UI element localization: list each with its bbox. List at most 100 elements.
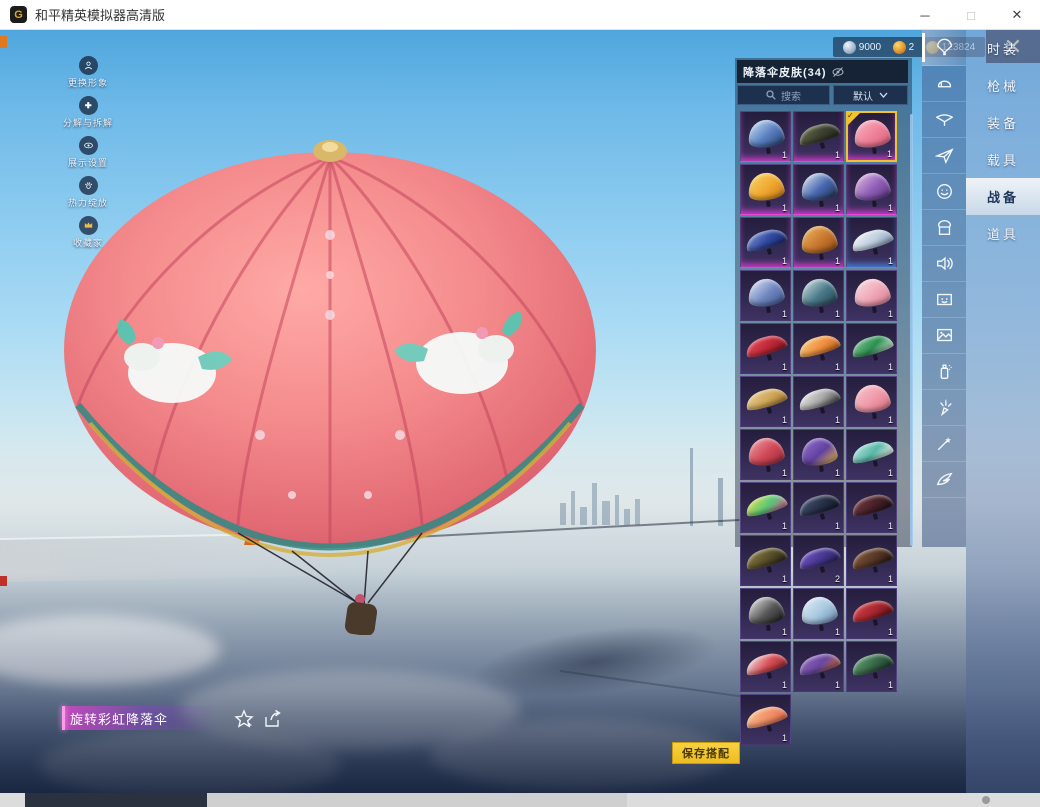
left-menu-item[interactable]: 分解与拆解 — [38, 96, 138, 129]
item-quantity: 1 — [782, 680, 787, 690]
category-tab[interactable]: 载具 — [966, 141, 1040, 178]
left-menu-item[interactable]: 收藏家 — [38, 216, 138, 249]
search-input[interactable]: 搜索 — [737, 85, 830, 105]
rail-item-frame[interactable] — [922, 282, 966, 318]
category-tab[interactable]: 战备 — [966, 178, 1040, 215]
rail-item-voice[interactable] — [922, 246, 966, 282]
currency-display[interactable]: 2 — [893, 41, 915, 54]
parachute-item[interactable]: 1 — [793, 429, 844, 480]
parachute-item[interactable]: 1 — [846, 535, 897, 586]
spray-icon — [935, 362, 954, 381]
rail-item-parachute[interactable] — [922, 30, 966, 66]
parachute-item[interactable]: 1 — [740, 588, 791, 639]
parachute-item[interactable]: 1 — [793, 376, 844, 427]
parachute-item[interactable]: 1 — [793, 111, 844, 162]
parachute-item[interactable]: 1 — [846, 270, 897, 321]
parachute-item[interactable]: 1 — [740, 376, 791, 427]
bronze-coin-icon — [893, 41, 906, 54]
parachute-thumbnail — [743, 649, 788, 677]
parachute-item[interactable]: 1 — [740, 270, 791, 321]
parachute-item[interactable]: 1 — [793, 588, 844, 639]
left-menu-item[interactable]: 展示设置 — [38, 136, 138, 169]
parachute-item[interactable]: 1 — [793, 270, 844, 321]
parachute-item[interactable]: 1 — [846, 588, 897, 639]
tower-spire — [718, 478, 723, 526]
voice-icon — [935, 254, 954, 273]
currency-display[interactable]: 9000 — [843, 41, 881, 54]
parachute-item[interactable]: 1 — [846, 429, 897, 480]
window-close-button[interactable]: ✕ — [994, 0, 1040, 30]
category-tab[interactable]: 枪械 — [966, 67, 1040, 104]
window-maximize-button[interactable]: □ — [948, 0, 994, 30]
person-icon — [83, 60, 94, 71]
parachute-item[interactable]: 1 — [740, 323, 791, 374]
parachute-item[interactable]: 1 — [793, 217, 844, 268]
parachute-item[interactable]: 1 — [740, 164, 791, 215]
panel-title: 降落伞皮肤(34) — [743, 64, 827, 80]
category-tab[interactable]: 道具 — [966, 215, 1040, 252]
rail-item-emote[interactable] — [922, 174, 966, 210]
category-tab[interactable]: 时装 — [966, 30, 1040, 67]
item-quantity: 1 — [835, 468, 840, 478]
parachute-item[interactable]: 1 — [740, 641, 791, 692]
parachute-icon — [935, 38, 954, 57]
category-icon-rail — [922, 30, 966, 547]
parachute-item[interactable]: 1 — [740, 429, 791, 480]
visibility-icon[interactable] — [832, 66, 844, 78]
item-quantity: 1 — [782, 733, 787, 743]
window-minimize-button[interactable]: ─ — [902, 0, 948, 30]
favorite-star-button[interactable] — [232, 708, 256, 730]
item-quantity: 1 — [782, 256, 787, 266]
parachute-item[interactable]: 1 — [740, 111, 791, 162]
rail-item-helmet[interactable] — [922, 66, 966, 102]
parachute-item[interactable]: 1 — [846, 111, 897, 162]
parachute-item[interactable]: 1 — [846, 323, 897, 374]
save-outfit-button[interactable]: 保存搭配 — [672, 742, 740, 764]
wing-icon — [935, 470, 954, 489]
item-quantity: 1 — [888, 415, 893, 425]
parachute-item[interactable]: 1 — [846, 217, 897, 268]
parachute-thumbnail — [743, 702, 788, 730]
rail-item-wand[interactable] — [922, 426, 966, 462]
rail-item-wing[interactable] — [922, 462, 966, 498]
parachute-item[interactable]: 1 — [846, 641, 897, 692]
inventory-panel-header: 降落伞皮肤(34) — [737, 60, 908, 83]
parachute-item[interactable]: 1 — [740, 535, 791, 586]
parachute-item[interactable]: 1 — [793, 641, 844, 692]
category-tab[interactable]: 装备 — [966, 104, 1040, 141]
parachute-item[interactable]: 1 — [846, 164, 897, 215]
rail-item-firework[interactable] — [922, 390, 966, 426]
frame-icon — [935, 290, 954, 309]
rail-item-gallery[interactable] — [922, 318, 966, 354]
rail-item-glider[interactable] — [922, 102, 966, 138]
rail-item-plane[interactable] — [922, 138, 966, 174]
category-tab-label: 装备 — [987, 113, 1019, 132]
parachute-thumbnail — [799, 435, 838, 467]
item-quantity: 1 — [835, 521, 840, 531]
parachute-grid: 1111111111111111111111111211111111 — [740, 111, 898, 745]
grid-scrollbar[interactable] — [910, 114, 913, 546]
parachute-item[interactable]: 2 — [793, 535, 844, 586]
parachute-item[interactable]: 1 — [793, 482, 844, 533]
parachute-thumbnail — [743, 490, 788, 518]
parachute-item[interactable]: 1 — [846, 482, 897, 533]
share-button[interactable] — [261, 708, 285, 730]
parachute-item[interactable]: 1 — [846, 376, 897, 427]
parachute-item[interactable]: 1 — [740, 694, 791, 745]
background-window-content — [25, 793, 207, 807]
left-menu-item[interactable]: 更换形象 — [38, 56, 138, 89]
item-quantity: 1 — [782, 574, 787, 584]
parachute-item[interactable]: 1 — [740, 217, 791, 268]
window-titlebar: G 和平精英模拟器高清版 ─ □ ✕ — [0, 0, 1040, 30]
parachute-thumbnail — [746, 435, 785, 467]
left-menu-item[interactable]: 热力绽放 — [38, 176, 138, 209]
item-quantity: 1 — [782, 362, 787, 372]
parachute-item[interactable]: 1 — [793, 323, 844, 374]
item-quantity: 1 — [782, 309, 787, 319]
parachute-item[interactable]: 1 — [740, 482, 791, 533]
helmet-icon — [935, 74, 954, 93]
rail-item-airdrop[interactable] — [922, 210, 966, 246]
parachute-item[interactable]: 1 — [793, 164, 844, 215]
sort-dropdown[interactable]: 默认 — [833, 85, 908, 105]
rail-item-spray[interactable] — [922, 354, 966, 390]
